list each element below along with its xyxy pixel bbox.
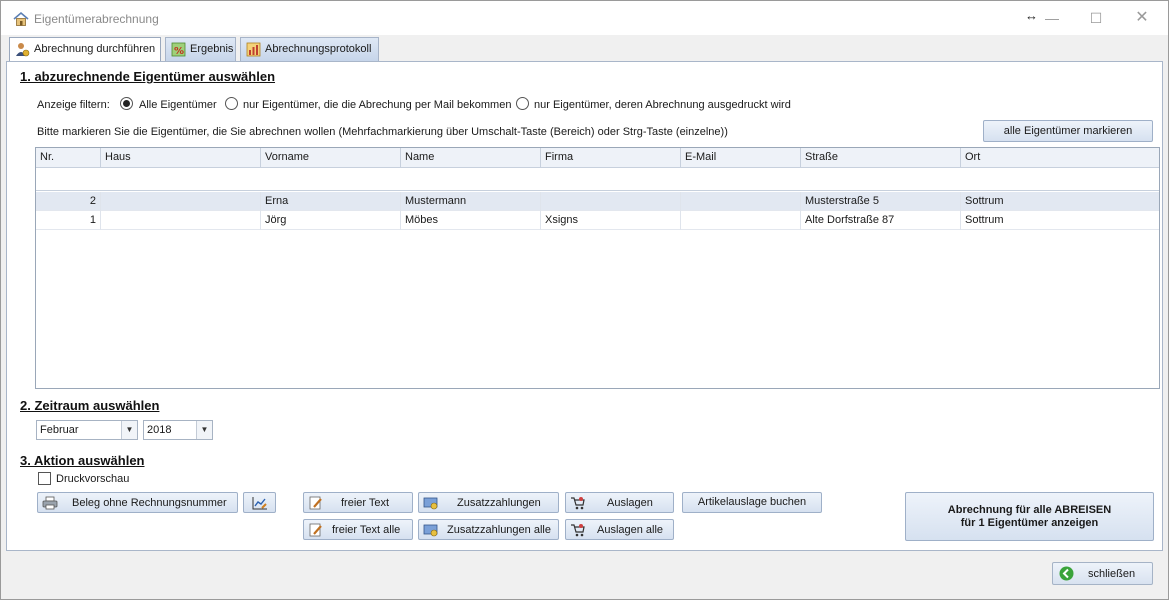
tab-ergebnis[interactable]: % Ergebnis bbox=[165, 37, 236, 61]
column-header-firma[interactable]: Firma bbox=[541, 148, 681, 168]
cell-nr: 2 bbox=[36, 192, 101, 211]
person-icon bbox=[16, 43, 30, 57]
radio-label-gedruckt[interactable]: nur Eigentümer, deren Abrechnung ausgedr… bbox=[534, 99, 791, 111]
tab-label: Ergebnis bbox=[190, 43, 234, 55]
chevron-down-icon[interactable]: ▼ bbox=[196, 421, 212, 439]
cart-icon bbox=[571, 497, 585, 510]
money-icon bbox=[423, 497, 438, 510]
beleg-button[interactable]: Beleg ohne Rechnungsnummer bbox=[37, 492, 238, 513]
artikelauslage-button[interactable]: Artikelauslage buchen bbox=[682, 492, 822, 513]
house-icon bbox=[13, 11, 29, 26]
cell-strasse: Musterstraße 5 bbox=[801, 192, 961, 211]
column-header-name[interactable]: Name bbox=[401, 148, 541, 168]
cell-ort: Sottrum bbox=[965, 195, 1004, 207]
section-title-eigentuemer: 1. abzurechnende Eigentümer auswählen bbox=[20, 69, 276, 84]
month-select[interactable]: Februar ▼ bbox=[36, 420, 138, 440]
title-bar: Eigentümerabrechnung ↔ — ☐ ✕ bbox=[1, 1, 1168, 35]
grid-filter-row[interactable] bbox=[36, 168, 1159, 191]
selection-hint: Bitte markieren Sie die Eigentümer, die … bbox=[37, 126, 728, 138]
chart-edit-icon bbox=[252, 497, 267, 510]
freier-text-label: freier Text bbox=[341, 497, 390, 509]
druckvorschau-checkbox[interactable] bbox=[38, 472, 51, 485]
cell-email bbox=[681, 192, 801, 211]
main-panel: 1. abzurechnende Eigentümer auswählen An… bbox=[6, 61, 1163, 551]
cell-strasse: Alte Dorfstraße 87 bbox=[801, 211, 961, 230]
cell-vorname: Erna bbox=[261, 192, 401, 211]
mark-all-button[interactable]: alle Eigentümer markieren bbox=[983, 120, 1153, 142]
tab-abrechnung[interactable]: Abrechnung durchführen bbox=[9, 37, 161, 62]
cell-nr: 1 bbox=[36, 211, 101, 230]
money-icon bbox=[423, 524, 438, 537]
auslagen-alle-button[interactable]: Auslagen alle bbox=[565, 519, 674, 540]
freier-text-alle-label: freier Text alle bbox=[332, 524, 401, 536]
printer-icon bbox=[42, 496, 58, 510]
tab-label: Abrechnungsprotokoll bbox=[265, 43, 372, 55]
section-title-aktion: 3. Aktion auswählen bbox=[20, 453, 145, 468]
cell-email bbox=[681, 211, 801, 230]
chevron-down-icon[interactable]: ▼ bbox=[121, 421, 137, 439]
year-value: 2018 bbox=[147, 424, 172, 436]
radio-label-alle[interactable]: Alle Eigentümer bbox=[139, 99, 217, 111]
pencil-note-icon bbox=[309, 523, 322, 537]
druckvorschau-label[interactable]: Druckvorschau bbox=[56, 473, 129, 485]
tab-label: Abrechnung durchführen bbox=[34, 43, 156, 55]
column-header-strasse[interactable]: Straße bbox=[801, 148, 961, 168]
minimize-button[interactable]: — bbox=[1037, 7, 1067, 29]
auslagen-label: Auslagen bbox=[607, 497, 653, 509]
auslagen-button[interactable]: Auslagen bbox=[565, 492, 674, 513]
window-title: Eigentümerabrechnung bbox=[34, 12, 159, 26]
month-value: Februar bbox=[40, 424, 79, 436]
cell-haus bbox=[101, 192, 261, 211]
table-row[interactable]: 2 Erna Mustermann Musterstraße 5 Sottrum bbox=[36, 192, 1159, 211]
zusatzzahlungen-button[interactable]: Zusatzzahlungen bbox=[418, 492, 559, 513]
radio-label-mail[interactable]: nur Eigentümer, die die Abrechung per Ma… bbox=[243, 99, 511, 111]
beleg-label: Beleg ohne Rechnungsnummer bbox=[72, 497, 227, 509]
back-arrow-icon bbox=[1059, 566, 1074, 581]
radio-nur-mail[interactable] bbox=[225, 97, 238, 110]
freier-text-alle-button[interactable]: freier Text alle bbox=[303, 519, 413, 540]
cell-firma: Xsigns bbox=[541, 211, 681, 230]
column-header-email[interactable]: E-Mail bbox=[681, 148, 801, 168]
radio-alle-eigentuemer[interactable] bbox=[120, 97, 133, 110]
main-action-line2: für 1 Eigentümer anzeigen bbox=[960, 517, 1099, 529]
close-window-button[interactable]: ✕ bbox=[1127, 7, 1157, 29]
freier-text-button[interactable]: freier Text bbox=[303, 492, 413, 513]
close-button-label: schließen bbox=[1088, 568, 1136, 580]
filter-label: Anzeige filtern: bbox=[37, 99, 110, 111]
cell-ort: Sottrum bbox=[965, 214, 1004, 226]
column-header-ort[interactable]: Ort bbox=[961, 148, 1159, 168]
cart-icon bbox=[571, 524, 585, 537]
percent-icon: % bbox=[171, 42, 186, 57]
cell-name: Mustermann bbox=[401, 192, 541, 211]
window: Eigentümerabrechnung ↔ — ☐ ✕ Abrechnung … bbox=[0, 0, 1169, 600]
radio-nur-gedruckt[interactable] bbox=[516, 97, 529, 110]
cell-haus bbox=[101, 211, 261, 230]
svg-text:%: % bbox=[174, 46, 184, 57]
cell-name: Möbes bbox=[401, 211, 541, 230]
column-header-haus[interactable]: Haus bbox=[101, 148, 261, 168]
zusatzzahlungen-label: Zusatzzahlungen bbox=[457, 497, 541, 509]
cell-firma bbox=[541, 192, 681, 211]
column-header-vorname[interactable]: Vorname bbox=[261, 148, 401, 168]
abrechnung-anzeigen-button[interactable]: Abrechnung für alle ABREISEN für 1 Eigen… bbox=[905, 492, 1154, 541]
zusatzzahlungen-alle-button[interactable]: Zusatzzahlungen alle bbox=[418, 519, 559, 540]
table-row[interactable]: 1 Jörg Möbes Xsigns Alte Dorfstraße 87 S… bbox=[36, 211, 1159, 230]
tab-abrechnungsprotokoll[interactable]: Abrechnungsprotokoll bbox=[240, 37, 379, 61]
auslagen-alle-label: Auslagen alle bbox=[597, 524, 664, 536]
pencil-note-icon bbox=[309, 496, 322, 510]
column-header-nr[interactable]: Nr. bbox=[36, 148, 101, 168]
owners-grid: Nr. Haus Vorname Name Firma E-Mail Straß… bbox=[35, 147, 1160, 389]
grid-header: Nr. Haus Vorname Name Firma E-Mail Straß… bbox=[36, 148, 1159, 168]
section-title-zeitraum: 2. Zeitraum auswählen bbox=[20, 398, 160, 413]
year-select[interactable]: 2018 ▼ bbox=[143, 420, 213, 440]
maximize-button[interactable]: ☐ bbox=[1081, 7, 1111, 29]
edit-chart-button[interactable] bbox=[243, 492, 276, 513]
zusatzzahlungen-alle-label: Zusatzzahlungen alle bbox=[447, 524, 551, 536]
close-button[interactable]: schließen bbox=[1052, 562, 1153, 585]
cell-vorname: Jörg bbox=[261, 211, 401, 230]
chart-icon bbox=[246, 42, 261, 57]
main-action-line1: Abrechnung für alle ABREISEN bbox=[947, 504, 1112, 516]
